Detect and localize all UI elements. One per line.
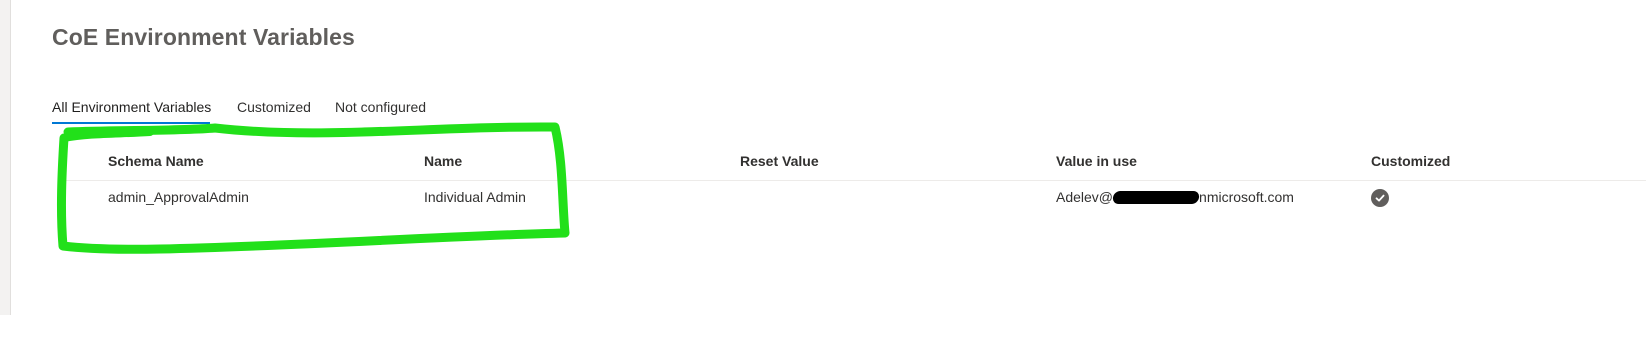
column-header-value-in-use[interactable]: Value in use — [1056, 153, 1137, 169]
redaction-mark — [1112, 191, 1200, 204]
tab-not-configured[interactable]: Not configured — [335, 92, 426, 128]
column-header-name[interactable]: Name — [424, 153, 462, 169]
active-tab-underline — [52, 122, 210, 124]
tab-label: Not configured — [335, 99, 427, 115]
tab-label: Customized — [237, 99, 311, 115]
column-header-customized[interactable]: Customized — [1371, 153, 1450, 169]
checkmark-circle-icon — [1371, 189, 1389, 207]
cell-value-in-use: Adelev@ nmicrosoft.com — [1056, 189, 1294, 205]
page-title: CoE Environment Variables — [52, 24, 355, 50]
tab-label: All Environment Variables — [52, 99, 212, 115]
value-in-use-suffix: nmicrosoft.com — [1199, 189, 1294, 205]
checkmark-glyph — [1375, 194, 1385, 202]
cell-schema-name: admin_ApprovalAdmin — [108, 189, 249, 205]
column-header-reset-value[interactable]: Reset Value — [740, 153, 819, 169]
tab-all-environment-variables[interactable]: All Environment Variables — [52, 92, 212, 128]
column-header-schema-name[interactable]: Schema Name — [108, 153, 204, 169]
grid-header-row: Schema Name Name Reset Value Value in us… — [0, 145, 1646, 181]
value-in-use-prefix: Adelev@ — [1056, 189, 1114, 205]
table-row[interactable]: admin_ApprovalAdmin Individual Admin Ade… — [0, 181, 1646, 221]
cell-name: Individual Admin — [424, 189, 526, 205]
tab-customized[interactable]: Customized — [237, 92, 311, 128]
